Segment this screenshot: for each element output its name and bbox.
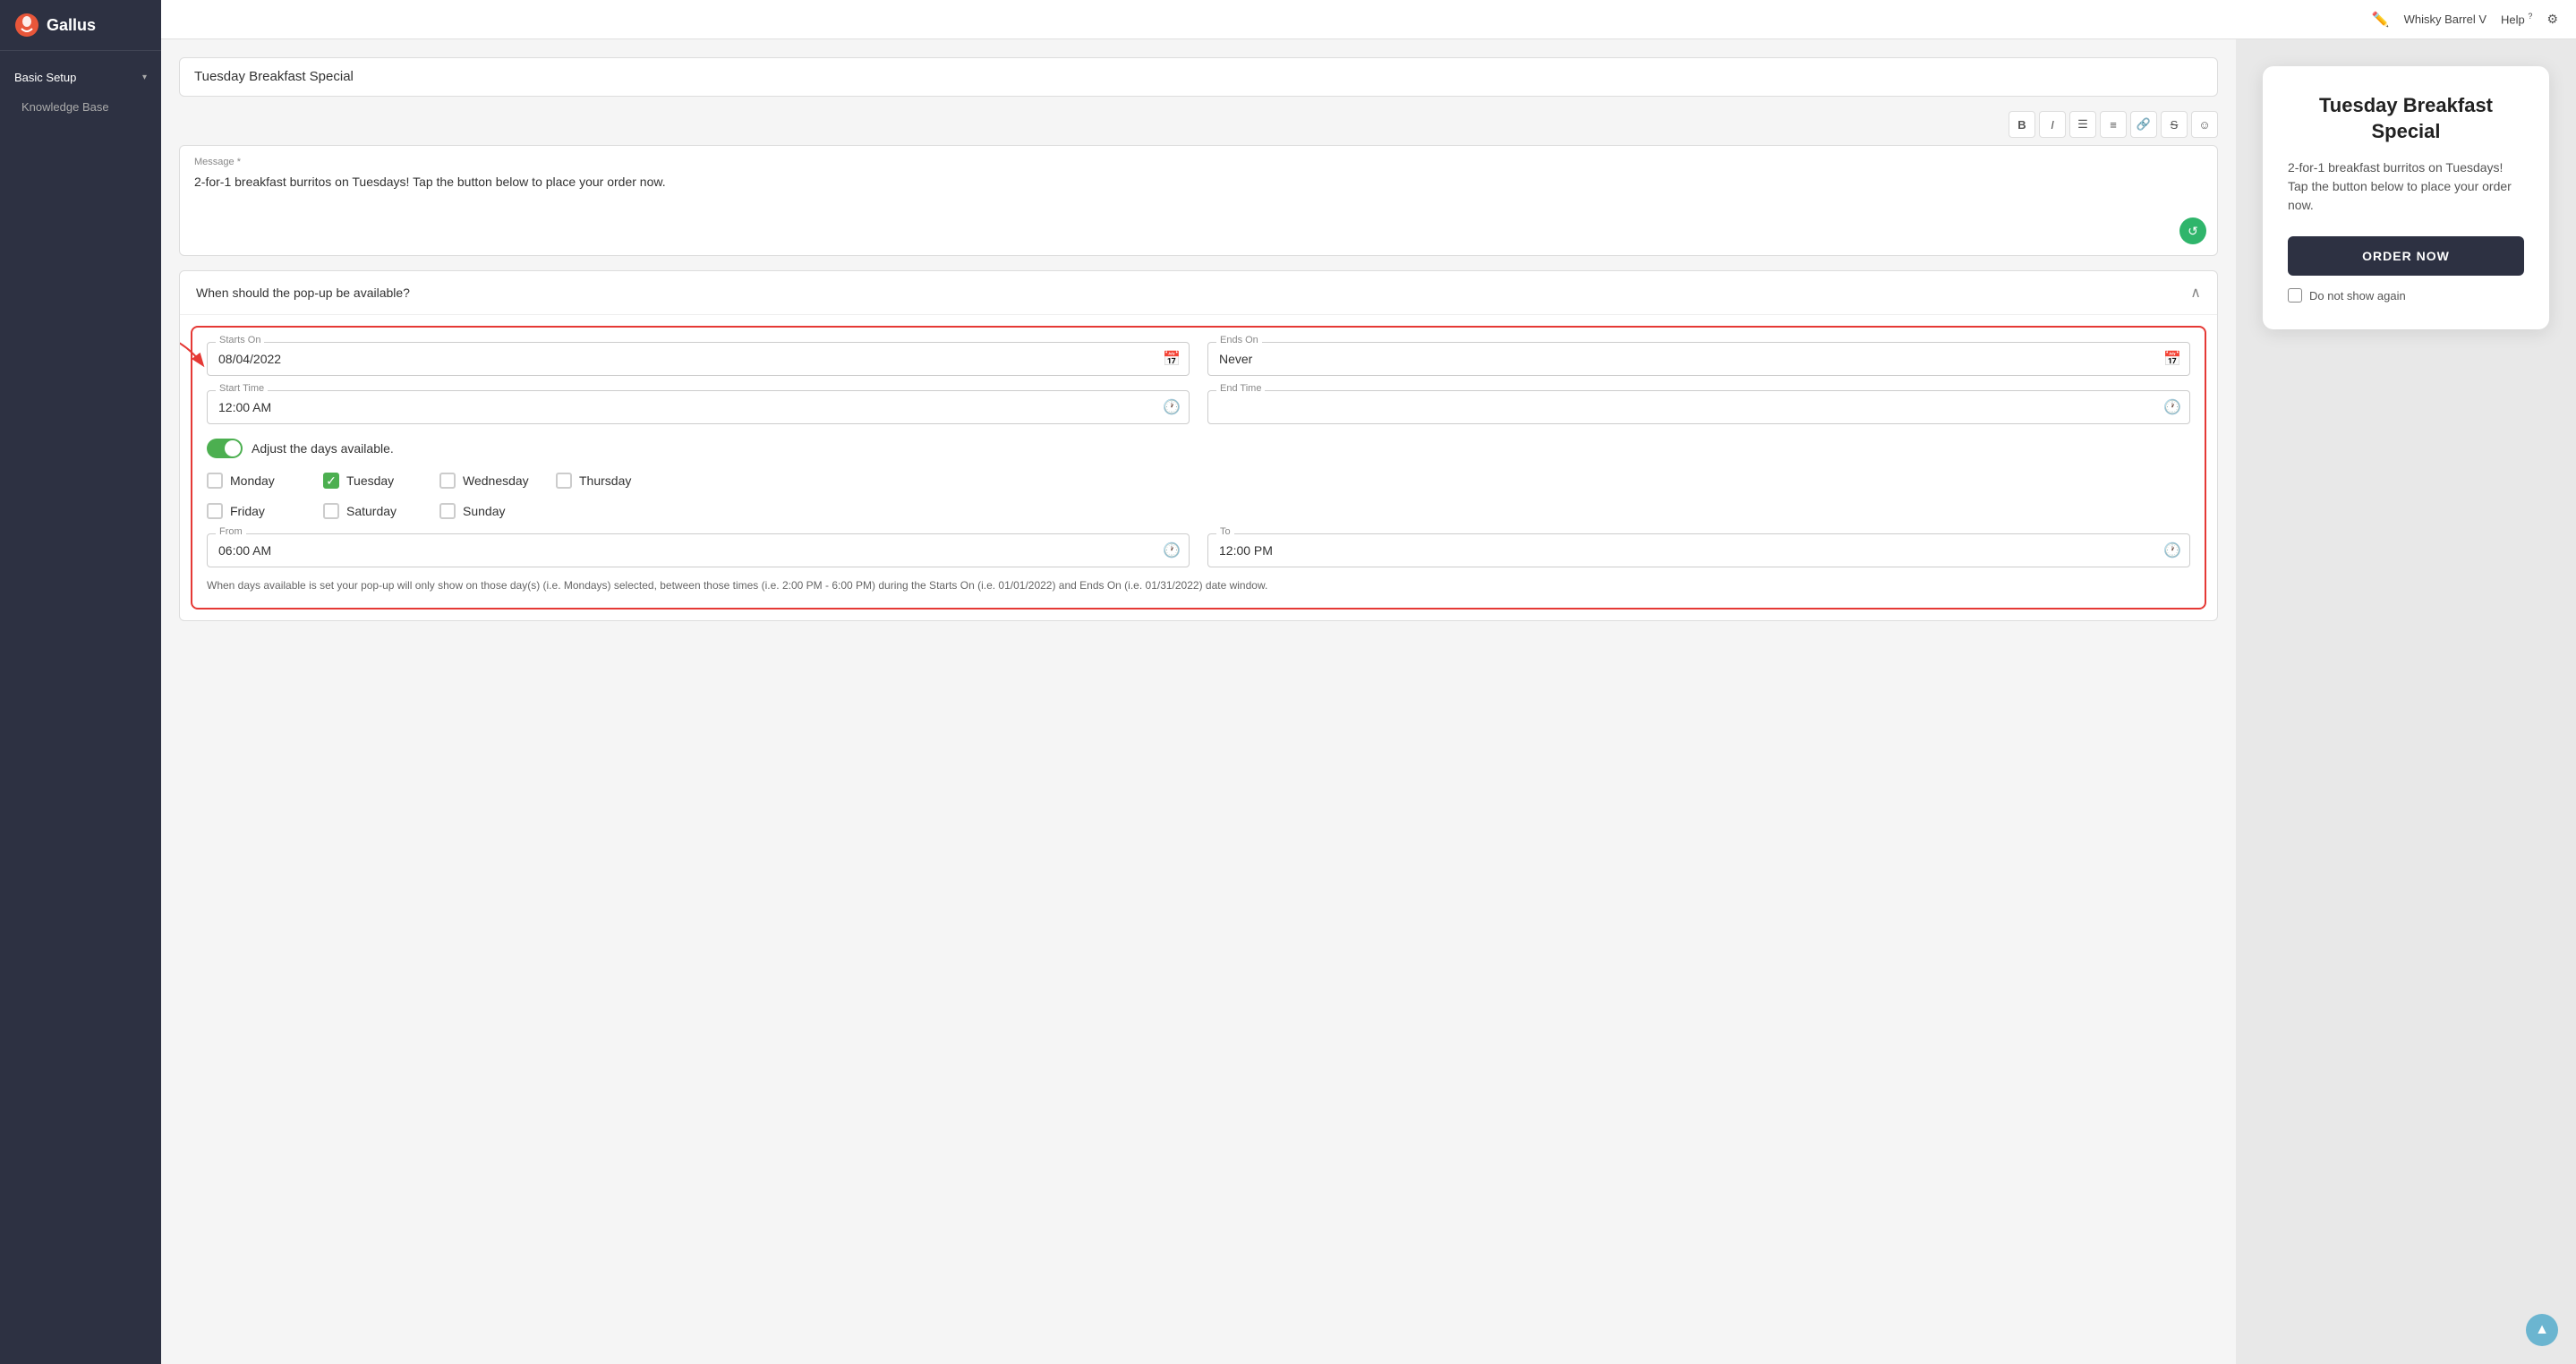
days-row-2: Friday Saturday Sunday: [207, 503, 2190, 519]
ordered-list-button[interactable]: ≡: [2100, 111, 2127, 138]
message-content[interactable]: 2-for-1 breakfast burritos on Tuesdays! …: [194, 173, 2203, 244]
do-not-show-checkbox[interactable]: [2288, 288, 2302, 303]
clock-end-icon[interactable]: 🕐: [2163, 398, 2181, 416]
emoji-button[interactable]: ☺: [2191, 111, 2218, 138]
link-button[interactable]: 🔗: [2130, 111, 2157, 138]
availability-section: When should the pop-up be available? ∧: [179, 270, 2218, 621]
from-input[interactable]: [207, 533, 1190, 567]
to-group: To 🕐: [1207, 533, 2190, 567]
from-group: From 🕐: [207, 533, 1190, 567]
sidebar-item-basic-setup[interactable]: Basic Setup ▾: [0, 62, 161, 93]
starts-on-label: Starts On: [216, 335, 264, 345]
end-time-group: End Time 🕐: [1207, 390, 2190, 424]
do-not-show-label: Do not show again: [2309, 289, 2406, 303]
tuesday-checkbox[interactable]: ✓: [323, 473, 339, 489]
day-monday[interactable]: Monday: [207, 473, 305, 489]
main-area: ✏️ Whisky Barrel V Help ? ⚙ B I ☰ ≡ 🔗 S …: [161, 0, 2576, 1364]
start-time-label: Start Time: [216, 383, 268, 394]
thursday-label: Thursday: [579, 473, 631, 488]
monday-label: Monday: [230, 473, 275, 488]
ends-on-label: Ends On: [1216, 335, 1262, 345]
message-wrap: Message * 2-for-1 breakfast burritos on …: [179, 145, 2218, 256]
chevron-down-icon: ▾: [142, 72, 147, 82]
editor-panel: B I ☰ ≡ 🔗 S ☺ Message * 2-for-1 breakfas…: [161, 39, 2236, 1364]
message-label: Message *: [194, 157, 2203, 167]
saturday-checkbox[interactable]: [323, 503, 339, 519]
end-time-input[interactable]: [1207, 390, 2190, 424]
do-not-show-row[interactable]: Do not show again: [2288, 288, 2524, 303]
from-to-row: From 🕐 To 🕐: [207, 533, 2190, 567]
saturday-label: Saturday: [346, 504, 397, 518]
editor-toolbar: B I ☰ ≡ 🔗 S ☺: [179, 111, 2218, 138]
topbar-user: Whisky Barrel V: [2404, 13, 2486, 26]
tuesday-label: Tuesday: [346, 473, 394, 488]
clock-icon[interactable]: 🕐: [1163, 398, 1181, 416]
day-wednesday[interactable]: Wednesday: [439, 473, 538, 489]
availability-title: When should the pop-up be available?: [196, 286, 410, 300]
clock-to-icon[interactable]: 🕐: [2163, 541, 2181, 559]
preview-panel: Tuesday Breakfast Special 2-for-1 breakf…: [2236, 39, 2576, 1364]
toggle-row: Adjust the days available.: [207, 439, 2190, 458]
scroll-to-top-button[interactable]: ▲: [2526, 1314, 2558, 1346]
unordered-list-button[interactable]: ☰: [2069, 111, 2096, 138]
help-button[interactable]: Help ?: [2501, 12, 2532, 26]
day-tuesday[interactable]: ✓ Tuesday: [323, 473, 422, 489]
day-sunday[interactable]: Sunday: [439, 503, 538, 519]
day-thursday[interactable]: Thursday: [556, 473, 654, 489]
popup-message: 2-for-1 breakfast burritos on Tuesdays! …: [2288, 158, 2524, 215]
sunday-label: Sunday: [463, 504, 505, 518]
date-row: Starts On 📅 Ends On 📅: [207, 342, 2190, 376]
ends-on-group: Ends On 📅: [1207, 342, 2190, 376]
strikethrough-button[interactable]: S: [2161, 111, 2188, 138]
wednesday-checkbox[interactable]: [439, 473, 456, 489]
popup-card: Tuesday Breakfast Special 2-for-1 breakf…: [2263, 66, 2549, 329]
title-input[interactable]: [194, 69, 2203, 84]
app-title: Gallus: [47, 16, 96, 35]
days-row: Monday ✓ Tuesday Wednesday Thursday: [207, 473, 2190, 489]
thursday-checkbox[interactable]: [556, 473, 572, 489]
clock-from-icon[interactable]: 🕐: [1163, 541, 1181, 559]
title-input-wrap: [179, 57, 2218, 97]
calendar-ends-icon[interactable]: 📅: [2163, 350, 2181, 368]
logo-icon: [14, 13, 39, 38]
day-friday[interactable]: Friday: [207, 503, 305, 519]
friday-label: Friday: [230, 504, 265, 518]
sidebar-nav: Basic Setup ▾ Knowledge Base: [0, 51, 161, 132]
availability-header: When should the pop-up be available? ∧: [180, 271, 2217, 315]
popup-title: Tuesday Breakfast Special: [2288, 93, 2524, 144]
toggle-label: Adjust the days available.: [252, 441, 394, 456]
day-saturday[interactable]: Saturday: [323, 503, 422, 519]
friday-checkbox[interactable]: [207, 503, 223, 519]
from-label: From: [216, 526, 246, 537]
end-time-label: End Time: [1216, 383, 1265, 394]
bold-button[interactable]: B: [2009, 111, 2035, 138]
settings-icon[interactable]: ⚙: [2546, 12, 2558, 27]
info-text: When days available is set your pop-up w…: [207, 578, 2190, 593]
content-wrap: B I ☰ ≡ 🔗 S ☺ Message * 2-for-1 breakfas…: [161, 39, 2576, 1364]
edit-icon[interactable]: ✏️: [2372, 11, 2390, 29]
to-label: To: [1216, 526, 1234, 537]
starts-on-input[interactable]: [207, 342, 1190, 376]
topbar: ✏️ Whisky Barrel V Help ? ⚙: [161, 0, 2576, 39]
to-input[interactable]: [1207, 533, 2190, 567]
sidebar: Gallus Basic Setup ▾ Knowledge Base: [0, 0, 161, 1364]
wednesday-label: Wednesday: [463, 473, 529, 488]
calendar-icon[interactable]: 📅: [1163, 350, 1181, 368]
help-icon: ?: [2528, 12, 2532, 21]
availability-body: Starts On 📅 Ends On 📅 Star: [191, 326, 2206, 610]
monday-checkbox[interactable]: [207, 473, 223, 489]
sunday-checkbox[interactable]: [439, 503, 456, 519]
order-now-button[interactable]: ORDER NOW: [2288, 236, 2524, 276]
time-row: Start Time 🕐 End Time 🕐: [207, 390, 2190, 424]
ends-on-input[interactable]: [1207, 342, 2190, 376]
collapse-button[interactable]: ∧: [2190, 284, 2201, 302]
refresh-button[interactable]: ↺: [2179, 217, 2206, 244]
start-time-group: Start Time 🕐: [207, 390, 1190, 424]
italic-button[interactable]: I: [2039, 111, 2066, 138]
sidebar-logo: Gallus: [0, 0, 161, 51]
starts-on-group: Starts On 📅: [207, 342, 1190, 376]
days-toggle[interactable]: [207, 439, 243, 458]
start-time-input[interactable]: [207, 390, 1190, 424]
sidebar-item-knowledge-base[interactable]: Knowledge Base: [0, 93, 161, 121]
